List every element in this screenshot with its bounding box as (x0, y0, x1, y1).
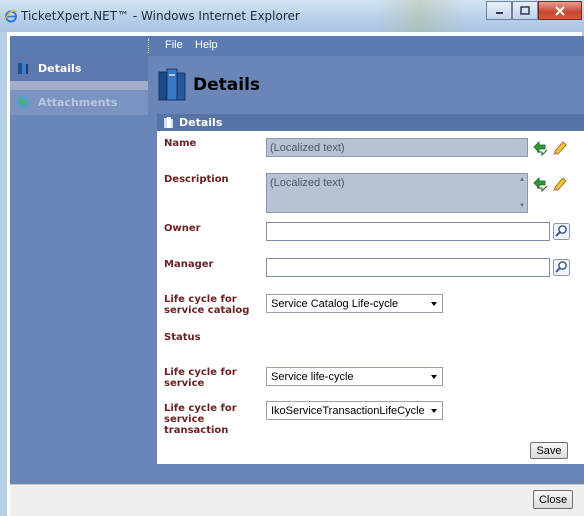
book-icon (18, 62, 28, 74)
description-label: Description (164, 174, 229, 185)
browser-window: TicketXpert.NET™ - Windows Internet Expl… (0, 0, 584, 516)
menu-help[interactable]: Help (195, 39, 218, 51)
edit-icon[interactable] (552, 175, 569, 192)
menu-file[interactable]: File (165, 39, 183, 51)
save-button[interactable]: Save (530, 442, 568, 459)
edit-icon[interactable] (552, 139, 569, 156)
owner-label: Owner (164, 223, 201, 234)
name-field[interactable]: (Localized text) (266, 138, 528, 157)
globe-icon (17, 96, 29, 108)
translate-icon[interactable] (532, 175, 549, 192)
sidebar-item-details[interactable]: Details (10, 56, 148, 81)
window-controls (486, 1, 582, 21)
chevron-down-icon (431, 302, 437, 306)
bottom-bar (10, 484, 584, 516)
minimize-button[interactable] (486, 1, 512, 20)
menu-bar: File Help (10, 36, 584, 56)
minimize-icon (495, 11, 503, 14)
lifecycle-catalog-select[interactable]: Service Catalog Life-cycle (266, 294, 443, 313)
book-icon (164, 117, 173, 128)
manager-field[interactable] (266, 258, 550, 277)
maximize-icon (520, 6, 530, 15)
chevron-down-icon (431, 409, 437, 413)
panel-title: Details (179, 116, 223, 129)
translate-icon[interactable] (532, 139, 549, 156)
close-button[interactable]: Close (533, 490, 573, 509)
status-label: Status (164, 332, 201, 343)
close-icon (555, 5, 565, 16)
search-icon[interactable] (553, 223, 570, 240)
search-icon[interactable] (553, 259, 570, 276)
books-icon (158, 68, 186, 101)
description-scrollbar[interactable]: ▲ ▼ (517, 174, 527, 212)
sidebar-item-attachments[interactable]: Attachments (10, 90, 148, 115)
panel-header: Details (157, 114, 584, 131)
window-title: TicketXpert.NET™ - Windows Internet Expl… (21, 9, 300, 23)
lifecycle-catalog-label: Life cycle for service catalog (164, 294, 250, 316)
description-field[interactable]: (Localized text) ▲ ▼ (266, 173, 528, 213)
close-window-button[interactable] (538, 1, 582, 20)
lifecycle-service-select[interactable]: Service life-cycle (266, 367, 443, 386)
sidebar-item-label: Attachments (38, 96, 118, 109)
page-title: Details (193, 75, 261, 95)
owner-field[interactable] (266, 222, 550, 241)
chevron-down-icon (431, 375, 437, 379)
ie-icon (4, 10, 18, 23)
sidebar: Details Attachments (10, 56, 148, 484)
title-bar: TicketXpert.NET™ - Windows Internet Expl… (0, 0, 584, 32)
maximize-button[interactable] (512, 1, 538, 20)
manager-label: Manager (164, 259, 214, 270)
lifecycle-transaction-select[interactable]: IkoServiceTransactionLifeCycle (266, 401, 443, 420)
lifecycle-transaction-label: Life cycle for service transaction (164, 403, 237, 436)
name-label: Name (164, 138, 197, 149)
sidebar-item-label: Details (38, 62, 82, 75)
lifecycle-service-label: Life cycle for service (164, 367, 237, 389)
